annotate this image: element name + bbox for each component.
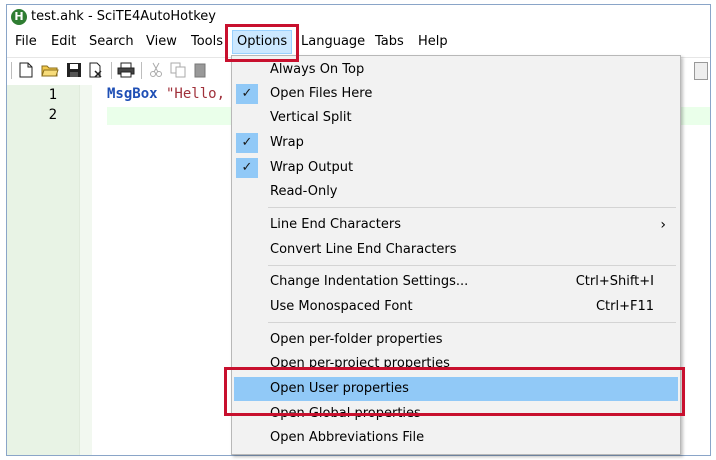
window-title: test.ahk - SciTE4AutoHotkey (31, 9, 216, 24)
paste-icon[interactable] (191, 61, 209, 79)
new-file-icon[interactable] (17, 61, 35, 79)
menu-item-always-on-top[interactable]: Always On Top (234, 58, 678, 82)
menu-separator (268, 322, 676, 323)
menu-item-label: Convert Line End Characters (270, 242, 457, 257)
menu-bar: File Edit Search View Tools Options Lang… (7, 30, 710, 54)
menu-separator (268, 207, 676, 208)
code-string: "Hello, (157, 86, 226, 102)
menu-language[interactable]: Language (297, 31, 369, 53)
menu-item-per-folder-properties[interactable]: Open per-folder properties (234, 328, 678, 352)
line-number: 2 (48, 107, 57, 123)
menu-item-label: Use Monospaced Font (270, 299, 413, 314)
menu-item-label: Change Indentation Settings... (270, 274, 469, 289)
line-number: 1 (48, 87, 57, 103)
menu-item-wrap-output[interactable]: ✓ Wrap Output (234, 156, 678, 180)
annotation-highlight-box (225, 24, 299, 62)
menu-item-vertical-split[interactable]: Vertical Split (234, 106, 678, 130)
fold-margin[interactable] (79, 85, 92, 455)
menu-item-wrap[interactable]: ✓ Wrap (234, 131, 678, 155)
print-icon[interactable] (117, 61, 135, 79)
checkmark-icon: ✓ (236, 158, 258, 178)
menu-separator (268, 265, 676, 266)
menu-search[interactable]: Search (85, 31, 138, 53)
toolbar-separator (141, 62, 142, 79)
title-bar: H test.ahk - SciTE4AutoHotkey (7, 5, 710, 29)
menu-edit[interactable]: Edit (47, 31, 80, 53)
menu-item-shortcut: Ctrl+F11 (595, 299, 654, 314)
code-line[interactable]: MsgBox "Hello, (107, 86, 225, 102)
menu-tools[interactable]: Tools (187, 31, 227, 53)
menu-view[interactable]: View (142, 31, 181, 53)
line-number-gutter (7, 85, 79, 455)
menu-item-open-files-here[interactable]: ✓ Open Files Here (234, 82, 678, 106)
menu-item-label: Open Abbreviations File (270, 430, 425, 445)
checkmark-icon: ✓ (236, 133, 258, 153)
menu-file[interactable]: File (11, 31, 41, 53)
copy-icon[interactable] (169, 61, 187, 79)
menu-item-read-only[interactable]: Read-Only (234, 180, 678, 204)
menu-item-label: Wrap (270, 135, 304, 150)
menu-item-abbreviations-file[interactable]: Open Abbreviations File (234, 426, 678, 450)
menu-item-shortcut: Ctrl+Shift+I (575, 274, 654, 289)
menu-item-label: Open per-folder properties (270, 332, 443, 347)
menu-item-label: Wrap Output (270, 160, 354, 175)
close-file-icon[interactable] (87, 61, 105, 79)
submenu-arrow-icon: › (660, 217, 666, 233)
menu-item-change-indentation[interactable]: Change Indentation Settings... Ctrl+Shif… (234, 270, 678, 294)
annotation-highlight-box (224, 367, 685, 416)
menu-item-monospaced-font[interactable]: Use Monospaced Font Ctrl+F11 (234, 295, 678, 319)
menu-item-line-end-characters[interactable]: Line End Characters › (234, 213, 678, 237)
menu-tabs[interactable]: Tabs (371, 31, 408, 53)
cut-icon[interactable] (147, 61, 165, 79)
checkmark-icon: ✓ (236, 84, 258, 104)
menu-item-convert-line-end[interactable]: Convert Line End Characters (234, 238, 678, 262)
toolbar-overflow-icon[interactable] (694, 62, 708, 80)
toolbar-separator (111, 62, 112, 79)
menu-item-label: Vertical Split (270, 110, 352, 125)
menu-item-label: Read-Only (270, 184, 338, 199)
menu-item-label: Line End Characters (270, 217, 402, 232)
save-icon[interactable] (65, 61, 83, 79)
menu-help[interactable]: Help (414, 31, 452, 53)
menu-item-label: Open Files Here (270, 86, 373, 101)
toolbar-separator (11, 62, 12, 79)
autohotkey-app-icon: H (11, 9, 27, 25)
code-keyword: MsgBox (107, 86, 158, 102)
open-folder-icon[interactable] (41, 61, 59, 79)
